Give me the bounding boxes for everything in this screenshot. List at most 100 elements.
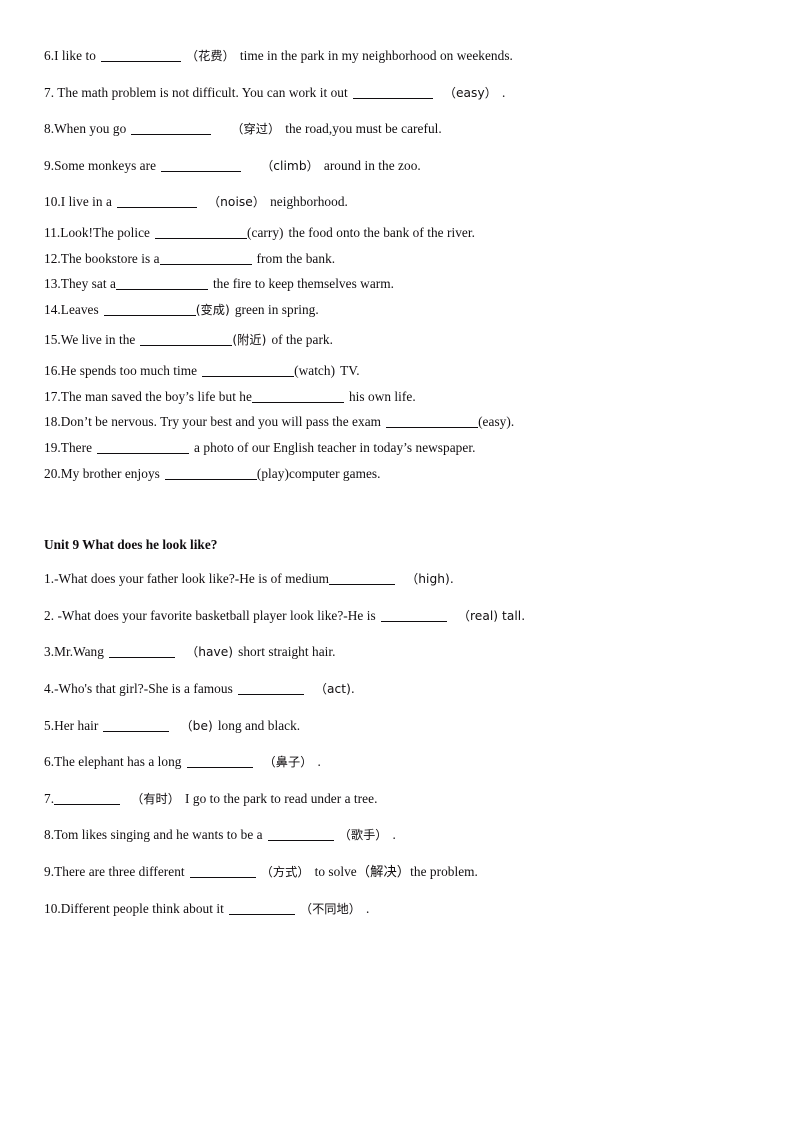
item-hint: （鼻子） xyxy=(263,755,313,770)
unit9-question-item-4: 4.-Who's that girl?-She is a famous （act)… xyxy=(44,681,750,698)
item-hint: (easy) xyxy=(478,414,511,430)
item-number: 4. xyxy=(44,680,55,696)
item-text-post: the food onto the bank of the river. xyxy=(288,225,475,241)
answer-blank[interactable] xyxy=(352,87,433,99)
item-hint: （有时） xyxy=(131,791,181,806)
item-text-post: neighborhood. xyxy=(270,194,348,210)
item-hint: （方式） xyxy=(260,865,310,880)
item-number: 1. xyxy=(44,571,55,587)
question-item-11: 11.Look!The police (carry) the food onto t… xyxy=(44,225,750,242)
item-hint: （act). xyxy=(314,681,355,696)
worksheet-page: 6.I like to （花费） time in the park in my ne… xyxy=(0,0,794,1123)
answer-blank[interactable] xyxy=(237,683,304,695)
unit9-question-item-3: 3.Mr.Wang （have) short straight hair. xyxy=(44,644,750,661)
item-text-pre: There are three different xyxy=(54,864,185,880)
answer-blank[interactable] xyxy=(251,391,344,403)
answer-blank[interactable] xyxy=(386,416,479,429)
item-text-post: green in spring. xyxy=(234,301,319,317)
answer-blank[interactable] xyxy=(116,196,197,209)
item-text-post: the fire to keep themselves warm. xyxy=(212,276,395,292)
item-hint: （be) xyxy=(180,718,213,733)
item-text-post: . xyxy=(510,414,515,430)
item-number: 6. xyxy=(44,754,55,770)
answer-blank[interactable] xyxy=(159,253,252,265)
item-hint: （real) tall. xyxy=(457,608,526,623)
item-hint: （花费） xyxy=(185,49,235,63)
answer-blank[interactable] xyxy=(155,227,248,240)
answer-blank[interactable] xyxy=(161,160,242,172)
question-item-19: 19.There a photo of our English teacher i… xyxy=(44,440,750,457)
item-text-post: . xyxy=(501,84,506,100)
item-text-post: of the park. xyxy=(271,332,333,348)
item-number: 16. xyxy=(44,363,61,379)
question-item-8: 8.When you go （穿过） the road,you must be ca… xyxy=(44,121,750,138)
item-number: 8. xyxy=(44,121,55,137)
answer-blank[interactable] xyxy=(103,720,170,732)
item-number: 9. xyxy=(44,157,55,173)
answer-blank[interactable] xyxy=(189,866,256,879)
item-text-pre: Look!The police xyxy=(60,225,151,241)
item-number: 12. xyxy=(44,250,61,266)
answer-blank[interactable] xyxy=(108,646,175,659)
answer-blank[interactable] xyxy=(228,903,295,915)
answer-blank[interactable] xyxy=(131,123,212,136)
item-hint: （穿过） xyxy=(231,122,281,137)
unit9-question-item-8: 8.Tom likes singing and he wants to be a… xyxy=(44,827,750,844)
item-text-pre: -What does your favorite basketball play… xyxy=(54,607,376,623)
item-text-pre: The bookstore is a xyxy=(60,250,160,266)
item-text-pre: I live in a xyxy=(60,194,112,210)
question-item-9: 9.Some monkeys are （climb） around in the z… xyxy=(44,158,750,175)
item-text-post: a photo of our English teacher in today’… xyxy=(194,439,476,455)
answer-blank[interactable] xyxy=(202,365,295,378)
item-text-post: the road,you must be careful. xyxy=(285,121,442,137)
answer-blank[interactable] xyxy=(186,756,253,769)
section-one: 6.I like to （花费） time in the park in my ne… xyxy=(44,48,750,482)
item-text-pre: I like to xyxy=(54,48,96,63)
item-number: 3. xyxy=(44,644,55,660)
answer-blank[interactable] xyxy=(380,610,447,622)
item-text-post: to solve（解决）the problem. xyxy=(314,864,478,880)
item-hint: (play) xyxy=(256,465,289,481)
answer-blank[interactable] xyxy=(329,573,396,586)
item-number: 8. xyxy=(44,827,55,843)
item-text-pre: -Who's that girl?-She is a famous xyxy=(54,680,233,696)
unit9-question-item-9: 9.There are three different （方式） to solve（… xyxy=(44,864,750,881)
item-text-post: . xyxy=(317,754,321,770)
item-number: 11. xyxy=(44,225,61,241)
item-text-post: computer games. xyxy=(288,465,381,481)
item-number: 6. xyxy=(44,48,55,63)
item-number: 10. xyxy=(44,194,61,210)
question-item-14: 14.Leaves (变成) green in spring. xyxy=(44,302,750,319)
answer-blank[interactable] xyxy=(54,793,121,805)
item-number: 19. xyxy=(44,439,61,455)
answer-blank[interactable] xyxy=(100,50,181,62)
unit9-question-item-2: 2. -What does your favorite basketball p… xyxy=(44,608,750,625)
item-text-pre: Mr.Wang xyxy=(54,644,104,660)
item-number: 14. xyxy=(44,301,61,317)
item-number: 5. xyxy=(44,717,55,733)
answer-blank[interactable] xyxy=(115,278,208,291)
unit9-question-item-6: 6.The elephant has a long （鼻子）. xyxy=(44,754,750,771)
item-number: 15. xyxy=(44,332,61,348)
item-number: 2. xyxy=(44,607,55,623)
item-number: 17. xyxy=(44,388,61,404)
item-text-pre: We live in the xyxy=(60,332,136,348)
answer-blank[interactable] xyxy=(267,829,334,842)
section-divider-space xyxy=(44,491,750,537)
item-text-post: . xyxy=(366,900,370,916)
item-number: 7. xyxy=(44,790,55,806)
answer-blank[interactable] xyxy=(140,334,233,347)
question-item-10: 10.I live in a （noise） neighborhood. xyxy=(44,194,750,211)
item-number: 10. xyxy=(44,900,61,916)
item-hint: (附近) xyxy=(232,333,267,348)
answer-blank[interactable] xyxy=(164,468,257,480)
item-text-pre: -What does your father look like?-He is … xyxy=(54,571,330,587)
answer-blank[interactable] xyxy=(103,304,196,316)
answer-blank[interactable] xyxy=(97,442,190,454)
item-text-pre: Different people think about it xyxy=(60,900,224,916)
item-number: 18. xyxy=(44,414,61,430)
unit9-question-item-10: 10.Different people think about it （不同地）. xyxy=(44,901,750,918)
item-hint: （不同地） xyxy=(299,901,362,916)
unit-9-heading: Unit 9 What does he look like? xyxy=(44,537,218,553)
item-text-pre: There xyxy=(60,439,93,455)
